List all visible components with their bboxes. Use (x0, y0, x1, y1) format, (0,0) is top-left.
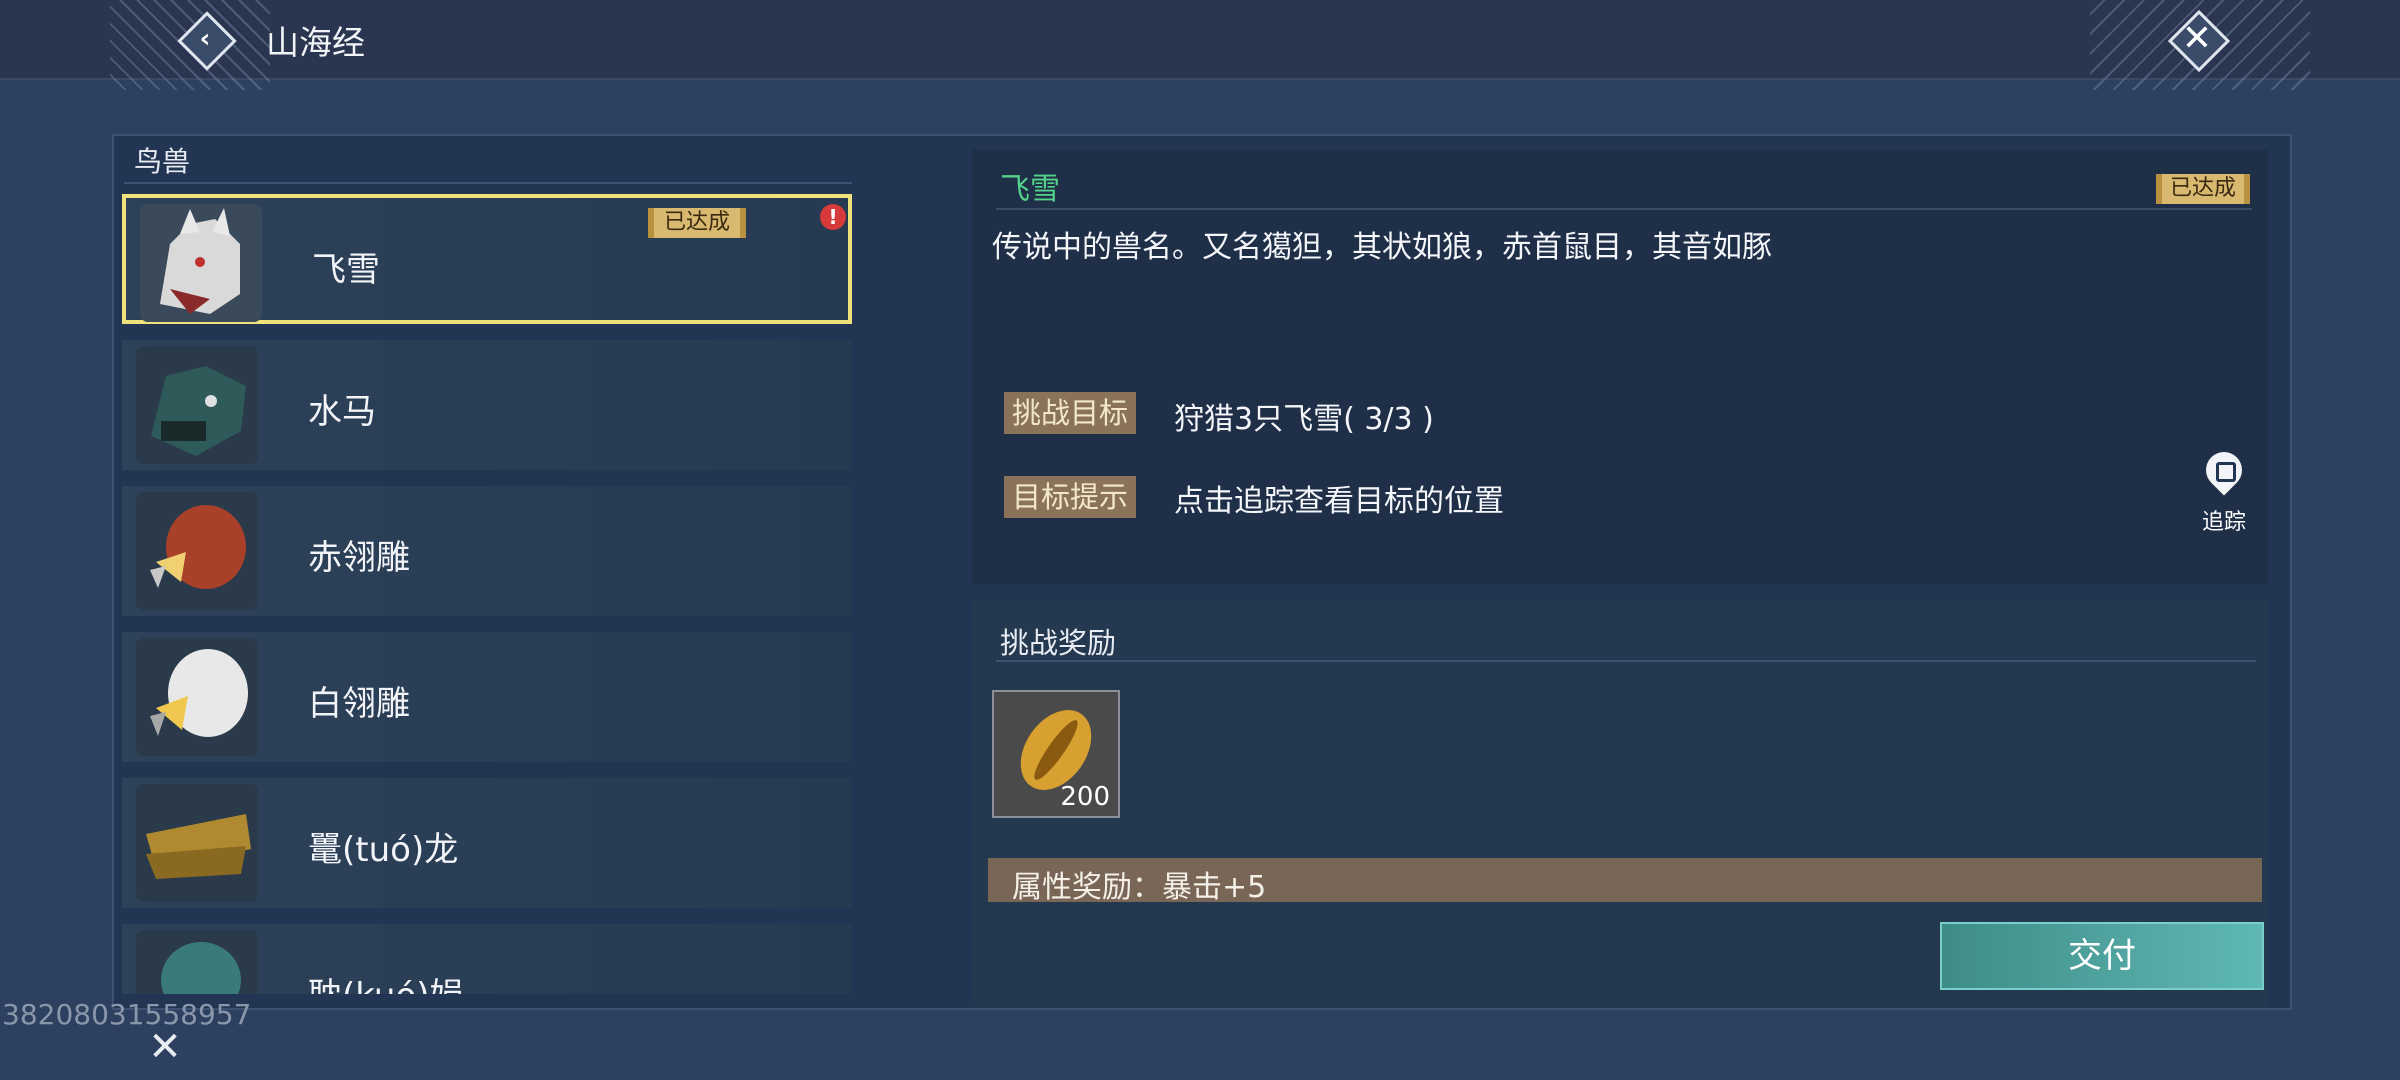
challenge-label: 挑战目标 (1004, 392, 1137, 434)
beast-name: 水马 (308, 392, 376, 432)
beast-name: 赤翎雕 (308, 538, 410, 578)
list-item-feixue[interactable]: 飞雪 已达成 ! (122, 194, 852, 324)
close-icon: ✕ (2181, 18, 2213, 59)
beast-name: 鼍(tuó)龙 (308, 830, 459, 870)
divider (996, 208, 2252, 210)
divider (124, 182, 852, 184)
crocodile-portrait-icon (136, 784, 258, 902)
challenge-value: 狩猎3只飞雪( 3/3 ) (1174, 402, 1434, 437)
hint-label: 目标提示 (1004, 476, 1137, 518)
achieved-badge: 已达成 (648, 208, 747, 238)
list-item-tuolong[interactable]: 鼍(tuó)龙 (122, 778, 852, 908)
beast-list[interactable]: 飞雪 已达成 ! 水马 赤翎雕 白翎雕 鼍(tuó)龙 (122, 194, 852, 994)
attribute-reward-text: 属性奖励：暴击+5 (1012, 870, 1267, 905)
beast-description: 传说中的兽名。又名獦狚，其状如狼，赤首鼠目，其音如豚 (992, 230, 1772, 265)
close-button[interactable]: ✕ (2167, 9, 2231, 73)
white-eagle-portrait-icon (136, 638, 258, 756)
achieved-badge: 已达成 (2156, 174, 2251, 204)
detail-beast-name: 飞雪 (1000, 172, 1060, 207)
user-id: 38208031558957 (2, 998, 252, 1031)
list-item-juan[interactable]: 耽(kuó)娟 (122, 924, 852, 994)
water-horse-portrait-icon (136, 346, 258, 464)
reward-title: 挑战奖励 (1000, 626, 1117, 660)
divider (996, 660, 2256, 662)
alert-icon: ! (820, 204, 846, 230)
beast-name: 白翎雕 (308, 684, 410, 724)
beast-portrait-icon (136, 930, 258, 994)
category-label: 鸟兽 (134, 145, 191, 178)
beast-name: 飞雪 (312, 250, 380, 290)
item-quantity: 200 (1060, 782, 1110, 812)
back-icon: ‹ (199, 24, 211, 54)
page-title: 山海经 (266, 23, 365, 62)
red-eagle-portrait-icon (136, 492, 258, 610)
hint-value: 点击追踪查看目标的位置 (1174, 484, 1504, 519)
list-item-shuima[interactable]: 水马 (122, 340, 852, 470)
track-button[interactable]: 追踪 (2194, 444, 2254, 542)
reward-item-slot[interactable]: 200 (992, 690, 1120, 818)
submit-button[interactable]: 交付 (1940, 922, 2264, 990)
beast-name: 耽(kuó)娟 (308, 968, 464, 994)
close-icon[interactable]: ✕ (140, 1022, 190, 1072)
beast-detail-panel (972, 150, 2268, 584)
top-bar: ‹ 山海经 ✕ (0, 0, 2400, 90)
track-label: 追踪 (2201, 510, 2246, 535)
wolf-portrait-icon (140, 204, 262, 322)
list-item-chilingdiao[interactable]: 赤翎雕 (122, 486, 852, 616)
back-button[interactable]: ‹ (177, 11, 237, 71)
list-item-bailingdiao[interactable]: 白翎雕 (122, 632, 852, 762)
